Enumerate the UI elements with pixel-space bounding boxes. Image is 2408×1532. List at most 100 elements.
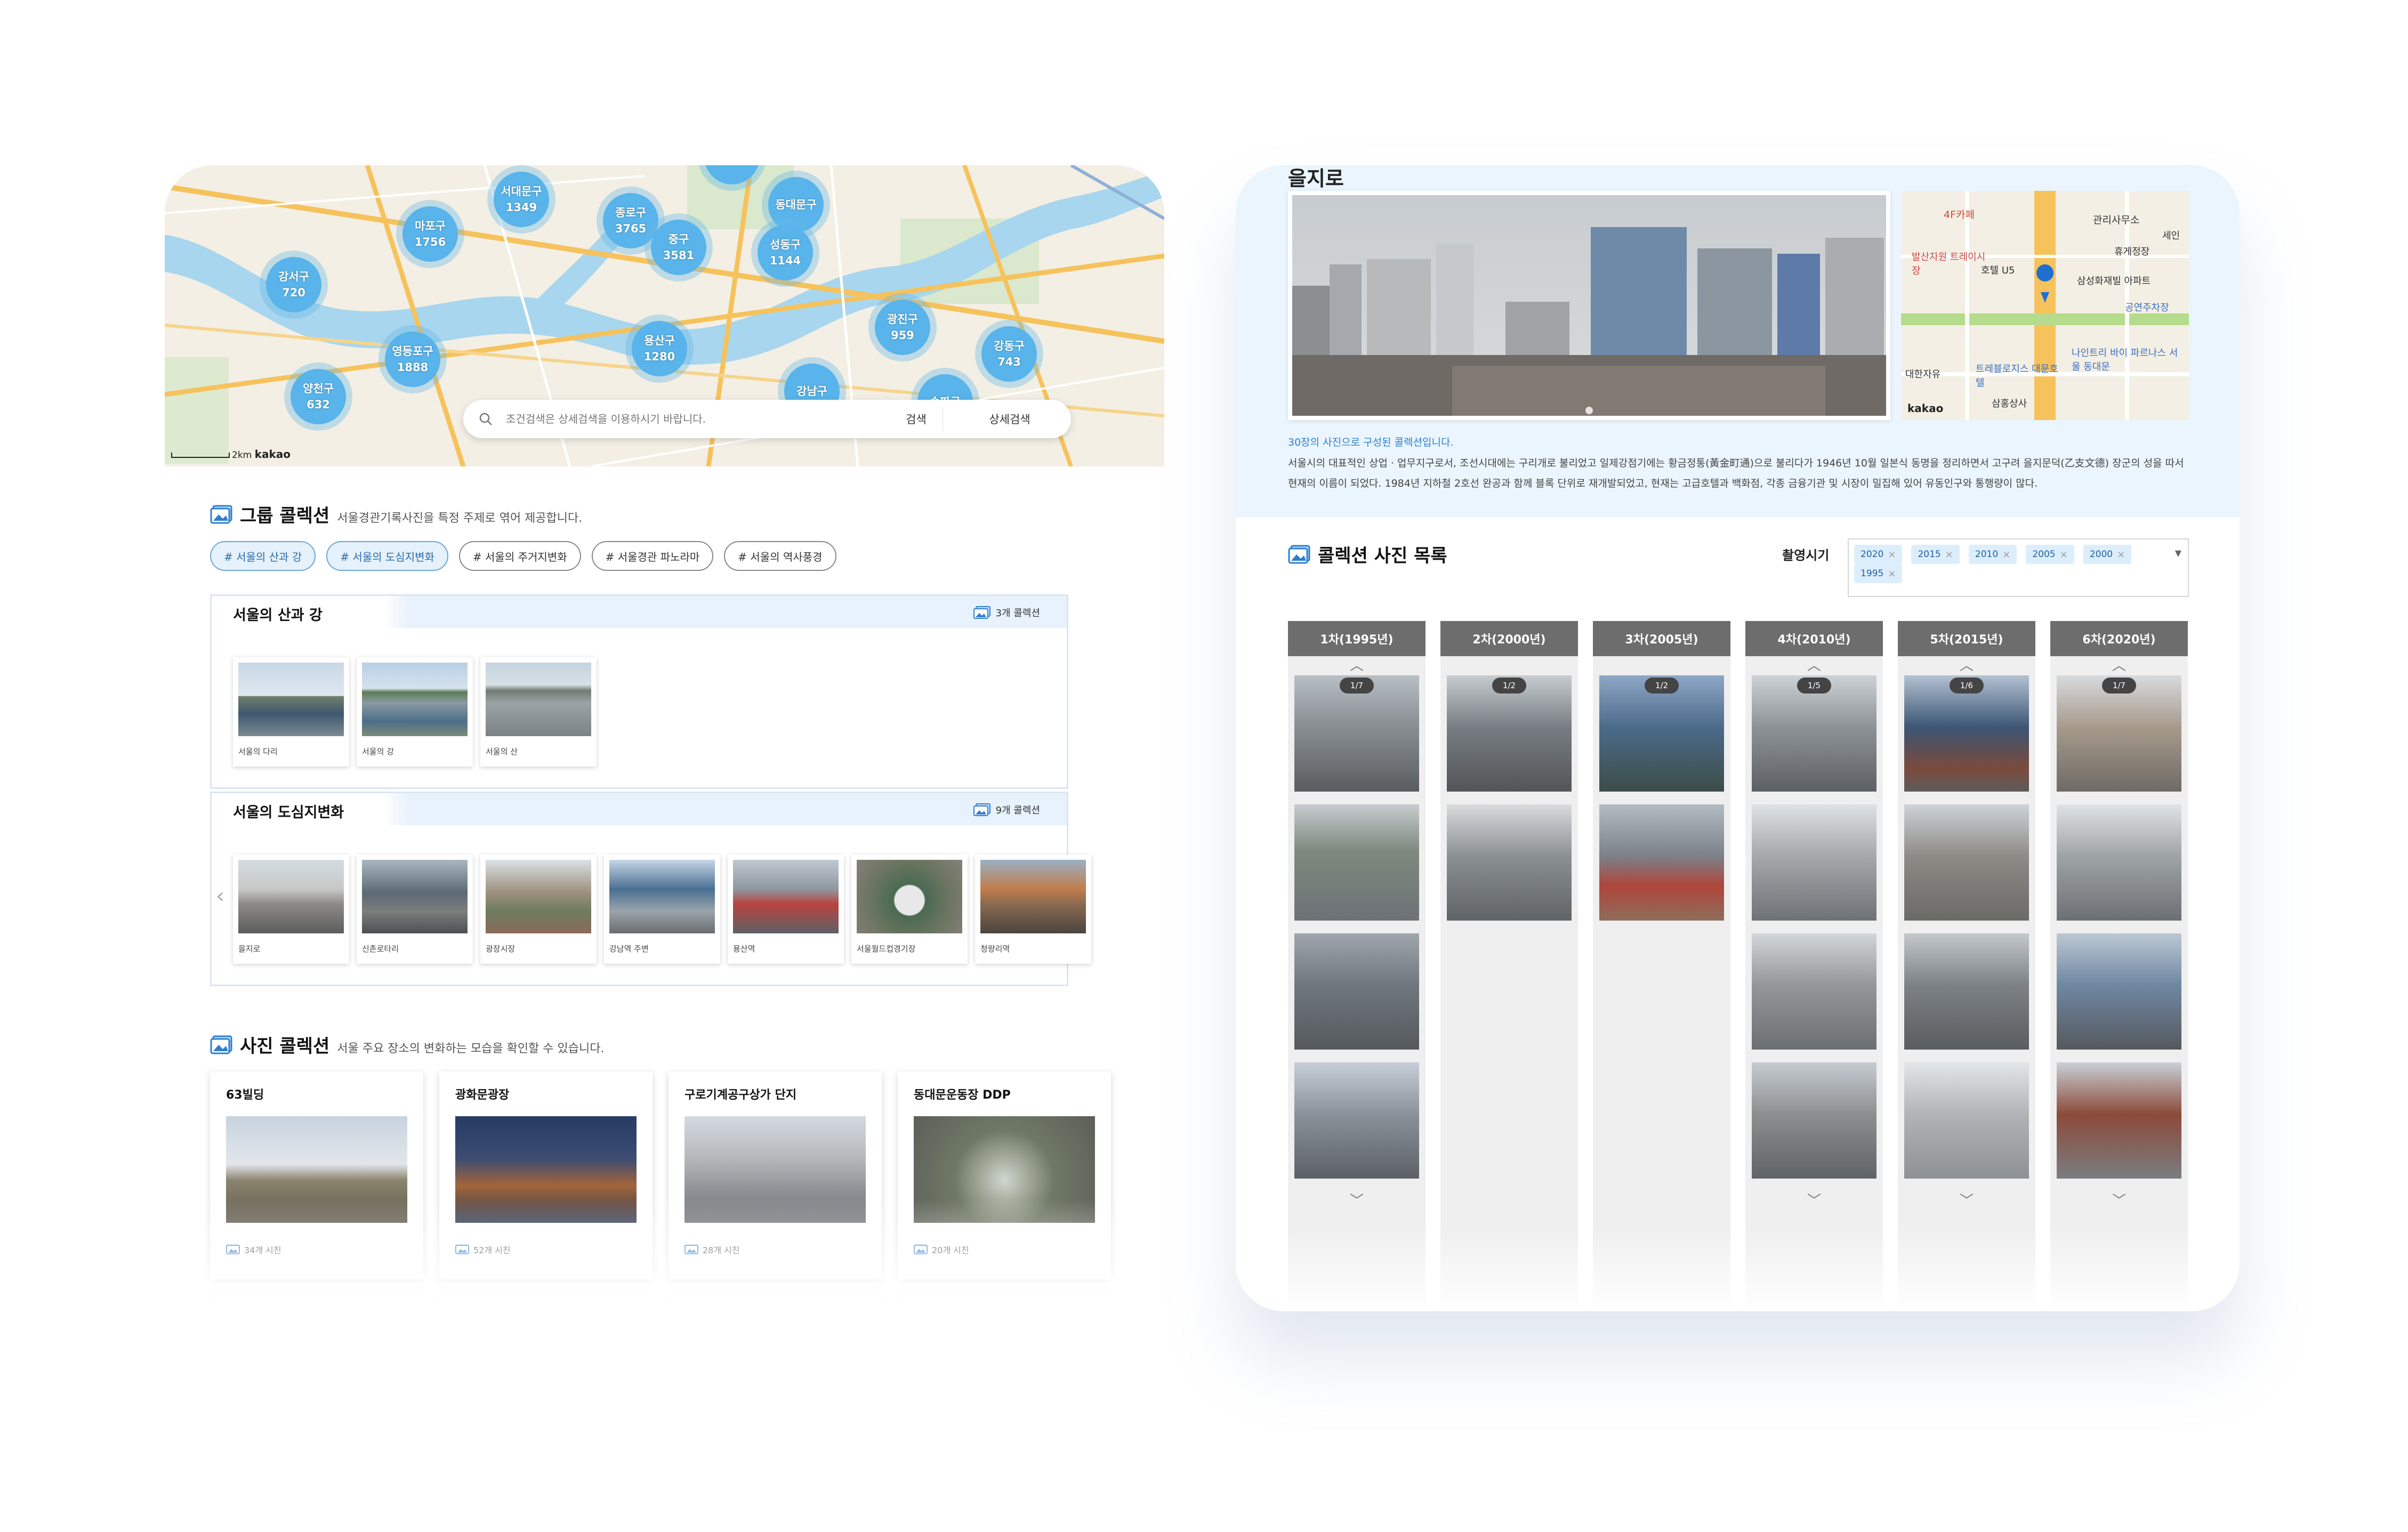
photo-collection-card[interactable] (669, 1295, 882, 1306)
map-cluster[interactable]: 마포구 1756 (396, 200, 464, 268)
close-icon[interactable]: × (1888, 568, 1896, 579)
year-chip[interactable]: 2000 × (2083, 545, 2132, 564)
chevron-down-icon[interactable]: ﹀ (1898, 1191, 2035, 1211)
map-cluster[interactable]: 강동구 743 (975, 320, 1043, 388)
card-title: 광화문광장 (455, 1088, 510, 1102)
collection-thumb[interactable]: 서울의 산 (480, 657, 597, 767)
period-photo[interactable] (1752, 804, 1877, 921)
card-count-label: 52개 시진 (473, 1245, 511, 1255)
chevron-down-icon[interactable]: ﹀ (1745, 1191, 1883, 1211)
photo-collection-card[interactable]: 구로기계공구상가 단지 28개 시진 (669, 1071, 882, 1279)
map-cluster[interactable]: 서대문구 1349 (487, 165, 555, 233)
year-chip[interactable]: 2015 × (1911, 545, 1960, 564)
year-chip[interactable]: 2010 × (1968, 545, 2017, 564)
photo-collection-card[interactable]: 63빌딩 34개 시진 (210, 1071, 423, 1279)
chevron-up-icon[interactable]: ︿ (1745, 656, 1883, 675)
chevron-up-icon[interactable]: ︿ (1288, 656, 1426, 675)
collection-thumb[interactable]: 강남역 주변 (604, 854, 720, 964)
map-cluster[interactable]: 용산구 1280 (625, 315, 694, 383)
photo-collection-card[interactable]: 동대문운동장 DDP 20개 시진 (898, 1071, 1111, 1279)
close-icon[interactable]: × (2002, 549, 2010, 560)
collection-thumb[interactable]: 용산역 (728, 854, 844, 964)
chevron-up-icon[interactable]: ︿ (2050, 656, 2188, 675)
year-chip[interactable]: 2005 × (2026, 545, 2074, 564)
thumb-caption: 강남역 주변 (609, 944, 649, 954)
cluster-map[interactable]: 서대문구 1349 종로구 3765 중구 3581 동대문구 성동구 1144 마포구… (165, 165, 1164, 466)
collection-thumb[interactable]: 광장시장 (480, 854, 597, 964)
close-icon[interactable]: × (2117, 549, 2125, 560)
chip-label: 2005 (2032, 549, 2056, 560)
close-icon[interactable]: × (2060, 549, 2068, 560)
year-chip[interactable]: 1995 × (1854, 564, 1903, 583)
photo-collection-card[interactable]: 광화문광장 52개 시진 (439, 1071, 653, 1279)
search-input[interactable] (506, 407, 874, 431)
map-cluster[interactable]: 양천구 632 (284, 362, 352, 431)
period-photo[interactable]: 1/6 (1904, 675, 2029, 792)
period-photo[interactable]: 1/7 (1294, 675, 1419, 792)
close-icon[interactable]: × (1945, 549, 1953, 560)
period-photo[interactable] (1904, 804, 2029, 921)
tag-chip[interactable]: # 서울의 역사풍경 (724, 541, 836, 571)
location-minimap[interactable]: 4F카페 관리사무소 발산자원 트레이시장 호텔 U5 삼성화재빌 아파트 대한… (1901, 191, 2189, 420)
period-photo[interactable] (2057, 933, 2181, 1050)
year-filter-select[interactable]: 2020 × 2015 × 2010 × 2005 × 2000 × 1995 × ▼ (1848, 538, 2189, 597)
map-cluster[interactable]: 중구 3581 (645, 213, 713, 281)
map-cluster[interactable]: 성동구 1144 (751, 219, 819, 287)
main-photo[interactable] (1288, 191, 1890, 420)
group-title: 서울의 산과 강 (233, 607, 323, 624)
map-cluster[interactable]: 영등포구 1888 (378, 325, 447, 393)
period-photo[interactable]: 1/2 (1599, 675, 1724, 792)
photo-collection-card[interactable] (439, 1295, 653, 1306)
tag-chip[interactable]: # 서울의 도심지변화 (326, 541, 448, 571)
advanced-search-button[interactable]: 상세검색 (954, 403, 1066, 435)
map-cluster[interactable]: 강서구 720 (260, 251, 328, 319)
period-photo[interactable] (1294, 1062, 1419, 1179)
chevron-up-icon[interactable]: ︿ (1898, 656, 2035, 675)
photo-collection-heading: 사진 콜렉션 서울 주요 장소의 변화하는 모습을 확인할 수 있습니다. (210, 1031, 604, 1058)
group-count-label: 9개 콜렉션 (995, 805, 1040, 816)
thumb-caption: 서울의 강 (362, 747, 394, 756)
period-photo[interactable] (1752, 1062, 1877, 1179)
period-photo[interactable]: 1/5 (1752, 675, 1877, 792)
tag-chip[interactable]: # 서울경관 파노라마 (591, 541, 714, 571)
period-photo[interactable] (1752, 933, 1877, 1050)
group-card: 서울의 도심지변화 9개 콜렉션 ‹ › 을지로 신촌로타리 광장시장 강남역 … (210, 792, 1091, 986)
close-icon[interactable]: × (1888, 549, 1896, 560)
map-label: 공연주차장 (2125, 302, 2169, 313)
period-column: 6차(2020년) ︿ 1/7 ﹀ (2050, 621, 2188, 1311)
collection-thumb[interactable]: 서울의 다리 (233, 657, 349, 767)
collection-thumb[interactable]: 청량리역 (975, 854, 1091, 964)
search-button[interactable]: 검색 (890, 407, 943, 431)
chevron-down-icon[interactable]: ﹀ (2050, 1191, 2188, 1211)
card-image (455, 1116, 637, 1223)
photo-collection-card[interactable] (210, 1295, 423, 1306)
chevron-down-icon[interactable]: ﹀ (1288, 1191, 1426, 1211)
collection-thumb[interactable]: 서울의 강 (357, 657, 473, 767)
chevron-left-icon[interactable]: ‹ (216, 884, 224, 908)
thumb-caption: 용산역 (733, 944, 755, 954)
collection-thumb[interactable]: 신촌로타리 (357, 854, 473, 964)
gallery-icon (210, 1035, 232, 1054)
collection-thumb[interactable]: 서울월드컵경기장 (851, 854, 968, 964)
period-photo[interactable] (1294, 933, 1419, 1050)
period-photo[interactable] (1904, 933, 2029, 1050)
year-chip[interactable]: 2020 × (1854, 545, 1903, 564)
collection-thumb[interactable]: 을지로 (233, 854, 349, 964)
period-photo[interactable] (1447, 804, 1572, 921)
thumb-caption: 청량리역 (980, 944, 1010, 954)
period-photo[interactable]: 1/2 (1447, 675, 1572, 792)
period-photo[interactable] (1599, 804, 1724, 921)
period-photo[interactable]: 1/7 (2057, 675, 2181, 792)
tag-chip[interactable]: # 서울의 산과 강 (210, 541, 316, 571)
period-photo[interactable] (1904, 1062, 2029, 1179)
map-cluster[interactable]: 광진구 959 (868, 293, 937, 361)
tag-chip[interactable]: # 서울의 주거지변화 (458, 541, 581, 571)
chevron-down-icon[interactable]: ▼ (2175, 548, 2181, 558)
period-photo[interactable] (1294, 804, 1419, 921)
period-photo[interactable] (2057, 1062, 2181, 1179)
thumb-caption: 서울의 다리 (238, 747, 278, 756)
photo-list-title: 콜렉션 사진 목록 (1318, 545, 1447, 567)
photo-collection-card[interactable] (898, 1295, 1111, 1306)
period-column: 4차(2010년) ︿ 1/5 ﹀ (1745, 621, 1883, 1311)
period-photo[interactable] (2057, 804, 2181, 921)
